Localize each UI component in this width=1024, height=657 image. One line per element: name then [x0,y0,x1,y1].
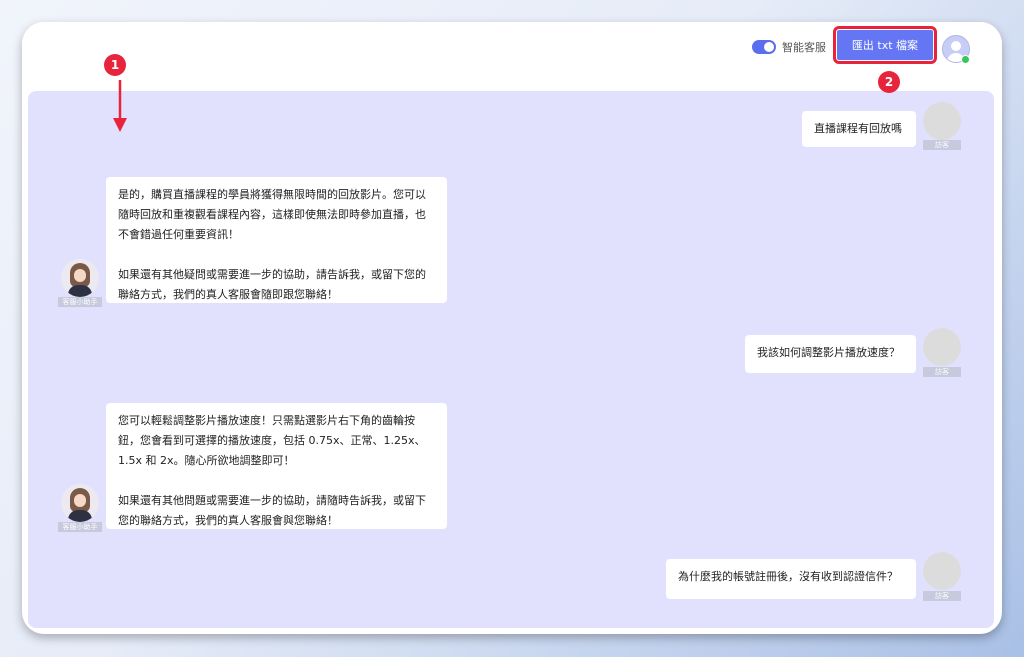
assistant-paragraph: 是的，購買直播課程的學員將獲得無限時間的回放影片。您可以隨時回放和重複觀看課程內… [118,188,426,241]
assistant-label: 客服小助手 [58,522,102,532]
visitor-message: 直播課程有回放嗎 [802,111,916,147]
visitor-avatar [923,552,961,590]
assistant-message: 是的，購買直播課程的學員將獲得無限時間的回放影片。您可以隨時回放和重複觀看課程內… [106,177,447,303]
annotation-arrow-icon [113,80,127,132]
assistant-label: 客服小助手 [58,297,102,307]
visitor-avatar [923,328,961,366]
toggle-switch[interactable] [752,40,776,54]
visitor-message: 為什麼我的帳號註冊後，沒有收到認證信件？ [666,559,916,599]
assistant-avatar [61,484,99,522]
toggle-label: 智能客服 [782,41,826,54]
annotation-marker-1: 1 [104,54,126,76]
assistant-paragraph: 如果還有其他問題或需要進一步的協助，請隨時告訴我，或留下您的聯絡方式，我們的真人… [118,494,426,527]
assistant-paragraph: 如果還有其他疑問或需要進一步的協助，請告訴我，或留下您的聯絡方式，我們的真人客服… [118,268,426,301]
app-window: 智能客服 匯出 txt 檔案 直播課程有回放嗎 訪客 是的，購買直播課程的學員將… [22,22,1002,634]
header-bar: 智能客服 匯出 txt 檔案 [22,22,1002,84]
assistant-avatar [61,259,99,297]
visitor-label: 訪客 [923,140,961,150]
visitor-message: 我該如何調整影片播放速度？ [745,335,916,373]
online-status-dot [961,55,970,64]
export-txt-button[interactable]: 匯出 txt 檔案 [833,26,937,64]
smart-service-toggle[interactable]: 智能客服 [752,38,826,56]
assistant-message: 您可以輕鬆調整影片播放速度！只需點選影片右下角的齒輪按鈕，您會看到可選擇的播放速… [106,403,447,529]
annotation-marker-2: 2 [878,71,900,93]
visitor-avatar [923,102,961,140]
assistant-paragraph: 您可以輕鬆調整影片播放速度！只需點選影片右下角的齒輪按鈕，您會看到可選擇的播放速… [118,414,426,467]
chat-area[interactable]: 直播課程有回放嗎 訪客 是的，購買直播課程的學員將獲得無限時間的回放影片。您可以… [28,91,994,628]
visitor-label: 訪客 [923,367,961,377]
visitor-label: 訪客 [923,591,961,601]
